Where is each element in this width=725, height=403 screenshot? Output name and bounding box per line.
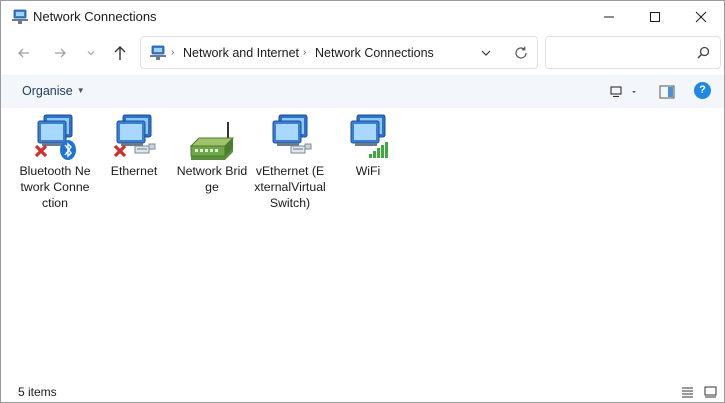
maximize-button[interactable] bbox=[632, 1, 678, 33]
search-icon[interactable] bbox=[697, 46, 710, 64]
network-connections-icon bbox=[149, 45, 167, 61]
breadcrumb-network-connections[interactable]: Network Connections bbox=[315, 46, 434, 60]
item-label: Ethernet bbox=[110, 164, 158, 178]
help-button[interactable]: ? bbox=[694, 82, 711, 99]
status-bar: 5 items bbox=[1, 380, 724, 402]
explorer-window: Network Connections › Network and Intern… bbox=[0, 0, 725, 403]
recent-locations-button[interactable] bbox=[78, 39, 104, 67]
minimize-button[interactable] bbox=[586, 1, 632, 33]
item-label: WiFi bbox=[355, 164, 381, 178]
network-item-ethernet[interactable]: Ethernet bbox=[98, 112, 170, 179]
organise-button[interactable]: Organise ▼ bbox=[22, 84, 85, 98]
network-connections-icon bbox=[11, 9, 29, 25]
network-item-bridge[interactable]: Network Bridge bbox=[176, 112, 248, 195]
change-view-button[interactable] bbox=[609, 82, 641, 102]
item-label: Network Bridge bbox=[176, 164, 248, 194]
forward-button[interactable] bbox=[47, 39, 73, 67]
address-bar[interactable]: › Network and Internet › Network Connect… bbox=[140, 36, 538, 69]
item-count: 5 items bbox=[18, 385, 57, 399]
caret-down-icon bbox=[632, 91, 636, 93]
details-view-icon[interactable] bbox=[681, 385, 694, 403]
organise-label: Organise bbox=[22, 84, 73, 98]
command-bar: Organise ▼ ? bbox=[1, 75, 724, 108]
up-button[interactable] bbox=[107, 39, 133, 67]
wifi-network-icon bbox=[343, 112, 393, 160]
window-title: Network Connections bbox=[33, 9, 157, 24]
breadcrumb-network-and-internet[interactable]: Network and Internet bbox=[183, 46, 299, 60]
refresh-button[interactable] bbox=[511, 44, 531, 62]
address-history-dropdown[interactable] bbox=[477, 44, 495, 62]
ethernet-network-icon bbox=[109, 112, 159, 160]
close-button[interactable] bbox=[678, 1, 724, 33]
back-button[interactable] bbox=[11, 39, 37, 67]
chevron-right-icon[interactable]: › bbox=[303, 47, 306, 58]
view-icon bbox=[610, 86, 622, 98]
caret-down-icon: ▼ bbox=[76, 86, 85, 95]
chevron-right-icon[interactable]: › bbox=[171, 47, 174, 58]
title-bar[interactable]: Network Connections bbox=[1, 1, 724, 33]
navigation-bar: › Network and Internet › Network Connect… bbox=[1, 33, 724, 73]
preview-pane-icon bbox=[659, 85, 675, 99]
vethernet-network-icon bbox=[265, 112, 315, 160]
file-view: Bluetooth Network Connection Ethernet Ne… bbox=[1, 108, 724, 378]
network-item-wifi[interactable]: WiFi bbox=[332, 112, 404, 179]
large-icons-view-icon[interactable] bbox=[704, 385, 717, 403]
network-item-bluetooth[interactable]: Bluetooth Network Connection bbox=[19, 112, 91, 211]
preview-pane-button[interactable] bbox=[657, 82, 677, 102]
search-field[interactable] bbox=[545, 36, 721, 69]
item-label: Bluetooth Network Connection bbox=[19, 164, 91, 210]
network-bridge-icon bbox=[187, 112, 237, 160]
item-label: vEthernet (ExternalVirtualSwitch) bbox=[254, 164, 326, 210]
network-item-vethernet[interactable]: vEthernet (ExternalVirtualSwitch) bbox=[254, 112, 326, 211]
bluetooth-network-icon bbox=[30, 112, 80, 160]
